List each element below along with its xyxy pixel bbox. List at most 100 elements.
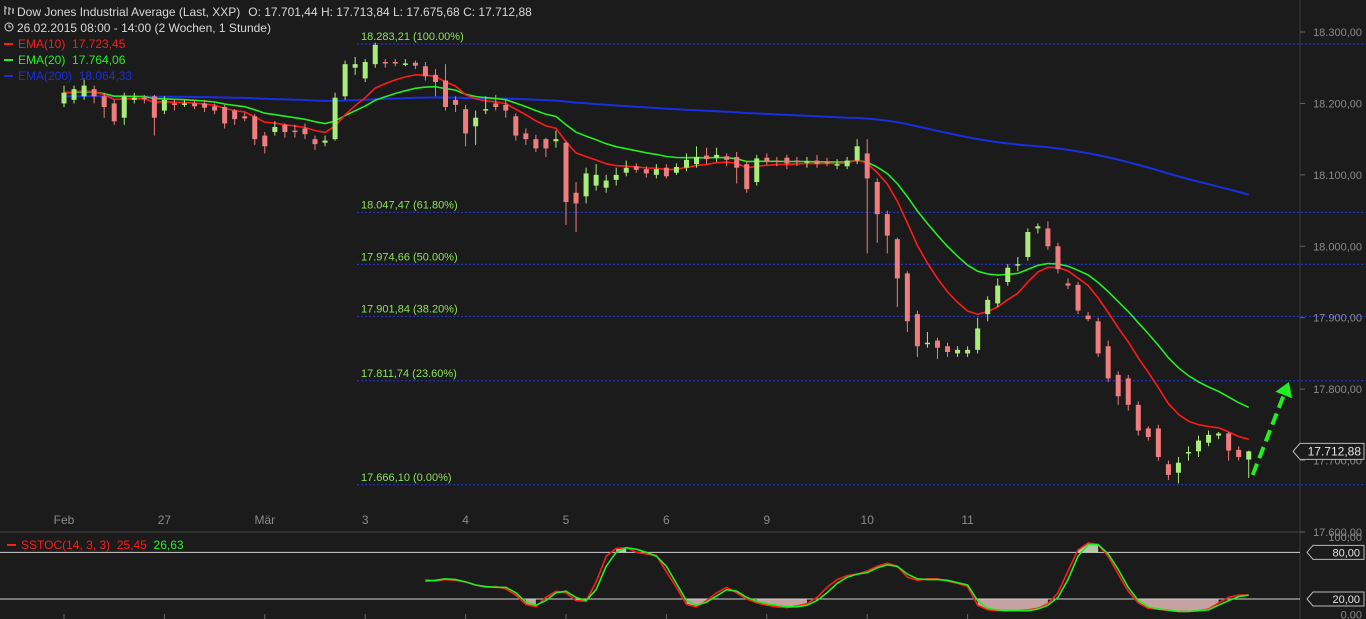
candle-body bbox=[904, 273, 910, 322]
candle-body bbox=[513, 116, 519, 136]
candle-body bbox=[322, 140, 328, 143]
candle-body bbox=[694, 157, 700, 165]
time-axis-label: 27 bbox=[158, 513, 172, 527]
candle-body bbox=[553, 139, 559, 142]
candle-body bbox=[151, 96, 157, 118]
stoch-k-line bbox=[425, 542, 1249, 613]
candle-body bbox=[1075, 284, 1081, 311]
candle-body bbox=[222, 107, 228, 124]
ema200-value: 18.064,33 bbox=[78, 69, 133, 83]
candle-body bbox=[924, 342, 930, 345]
stochastic-legend[interactable]: SSTOC(14, 3, 3) 25,45 26,63 bbox=[7, 538, 184, 552]
candle-body bbox=[1226, 433, 1232, 451]
candle-body bbox=[1085, 315, 1091, 320]
candle-body bbox=[814, 160, 820, 165]
ema10-label: EMA(10) bbox=[18, 37, 66, 51]
last-price-label: 17.712,88 bbox=[1308, 444, 1362, 458]
candle-body bbox=[824, 162, 830, 164]
clock-icon[interactable] bbox=[4, 20, 14, 36]
candle-body bbox=[1246, 451, 1252, 460]
fib-level-label: 17.901,84 (38.20%) bbox=[361, 303, 458, 315]
ohlc-readout: O: 17.701,44 H: 17.713,84 L: 17.675,68 C… bbox=[248, 5, 532, 19]
candle-body bbox=[111, 103, 117, 122]
legend-ema20[interactable]: EMA(20) 17.764,06 bbox=[4, 52, 532, 68]
candle-body bbox=[573, 192, 579, 204]
candle-body bbox=[282, 124, 288, 132]
price-tick-label: 17.800,00 bbox=[1313, 384, 1362, 396]
chart-type-icon[interactable] bbox=[4, 4, 14, 20]
candle-body bbox=[754, 158, 760, 182]
stoch-swatch bbox=[7, 543, 16, 546]
candle-body bbox=[503, 104, 509, 111]
ema20-swatch bbox=[4, 58, 13, 61]
candle-body bbox=[1145, 428, 1151, 437]
price-axis: 18.300,00 18.200,00 18.100,00 18.000,00 17.9… bbox=[1292, 27, 1365, 539]
candle-body bbox=[1175, 462, 1181, 473]
candle-body bbox=[71, 89, 77, 100]
legend-ema200[interactable]: EMA(200) 18.064,33 bbox=[4, 68, 532, 84]
time-axis-label: 6 bbox=[663, 513, 670, 527]
candle-body bbox=[242, 116, 248, 119]
fib-level-label: 17.666,10 (0.00%) bbox=[361, 472, 452, 484]
candle-body bbox=[834, 164, 840, 166]
candle-body bbox=[934, 340, 940, 348]
candle-body bbox=[161, 99, 167, 111]
candle-body bbox=[1115, 374, 1121, 397]
price-tick-label: 18.100,00 bbox=[1313, 170, 1362, 182]
candle-body bbox=[643, 169, 649, 174]
candle-body bbox=[262, 135, 268, 147]
time-axis-label: 3 bbox=[362, 513, 369, 527]
ema20-value: 17.764,06 bbox=[72, 53, 126, 67]
candle-body bbox=[493, 103, 499, 107]
candle-body bbox=[633, 166, 639, 170]
chart-canvas: 18.283,21 (100.00%)18.047,47 (61.80%)17.… bbox=[0, 0, 1366, 619]
candle-body bbox=[171, 103, 177, 105]
ema20-line bbox=[63, 85, 1250, 409]
candle-body bbox=[683, 159, 689, 168]
candle-body bbox=[663, 167, 669, 177]
candle-body bbox=[653, 169, 659, 175]
price-tick-label: 17.900,00 bbox=[1313, 313, 1362, 325]
stoch-tick-label: 20,00 bbox=[1332, 594, 1360, 606]
stoch-tick-label: 80,00 bbox=[1332, 547, 1360, 559]
candle-body bbox=[1236, 449, 1242, 457]
legend-ema10[interactable]: EMA(10) 17.723,45 bbox=[4, 36, 532, 52]
candle-body bbox=[1045, 228, 1051, 247]
candle-body bbox=[1196, 440, 1202, 452]
candle-body bbox=[593, 174, 599, 186]
instrument-title: Dow Jones Industrial Average (Last, XXP) bbox=[17, 5, 241, 19]
ema10-line bbox=[63, 74, 1249, 440]
candle-body bbox=[252, 116, 258, 140]
candle-body bbox=[1185, 452, 1191, 454]
candle-body bbox=[302, 128, 308, 135]
candle-body bbox=[1206, 434, 1212, 443]
candle-body bbox=[623, 167, 629, 173]
candle-body bbox=[1095, 321, 1101, 354]
stochastic-panel: 100,00 80,00 20,00 0,00 bbox=[0, 532, 1365, 619]
candle-body bbox=[1065, 283, 1071, 286]
candle-body bbox=[533, 139, 539, 149]
candle-body bbox=[965, 349, 971, 354]
candle-body bbox=[101, 96, 107, 107]
time-axis-label: Feb bbox=[54, 513, 75, 527]
fib-level-label: 17.811,74 (23.60%) bbox=[361, 368, 457, 380]
ema-lines bbox=[63, 74, 1250, 440]
ema200-swatch bbox=[4, 74, 13, 77]
ema10-swatch bbox=[4, 42, 13, 45]
stoch-k-value: 25,45 bbox=[116, 538, 147, 552]
candle-body bbox=[1216, 433, 1222, 436]
forecast-arrow bbox=[1250, 382, 1293, 476]
time-axis-label: 5 bbox=[563, 513, 570, 527]
candle-body bbox=[914, 314, 920, 347]
candle-body bbox=[714, 154, 720, 158]
candle-body bbox=[312, 139, 318, 145]
candle-body bbox=[192, 103, 198, 107]
candle-body bbox=[1165, 464, 1171, 475]
stoch-tick-label: 100,00 bbox=[1328, 532, 1362, 544]
ema20-label: EMA(20) bbox=[18, 53, 66, 67]
ema10-value: 17.723,45 bbox=[72, 37, 126, 51]
candle-body bbox=[443, 80, 449, 107]
candle-body bbox=[483, 109, 489, 111]
time-axis-label: 9 bbox=[763, 513, 770, 527]
candle-body bbox=[292, 130, 298, 133]
